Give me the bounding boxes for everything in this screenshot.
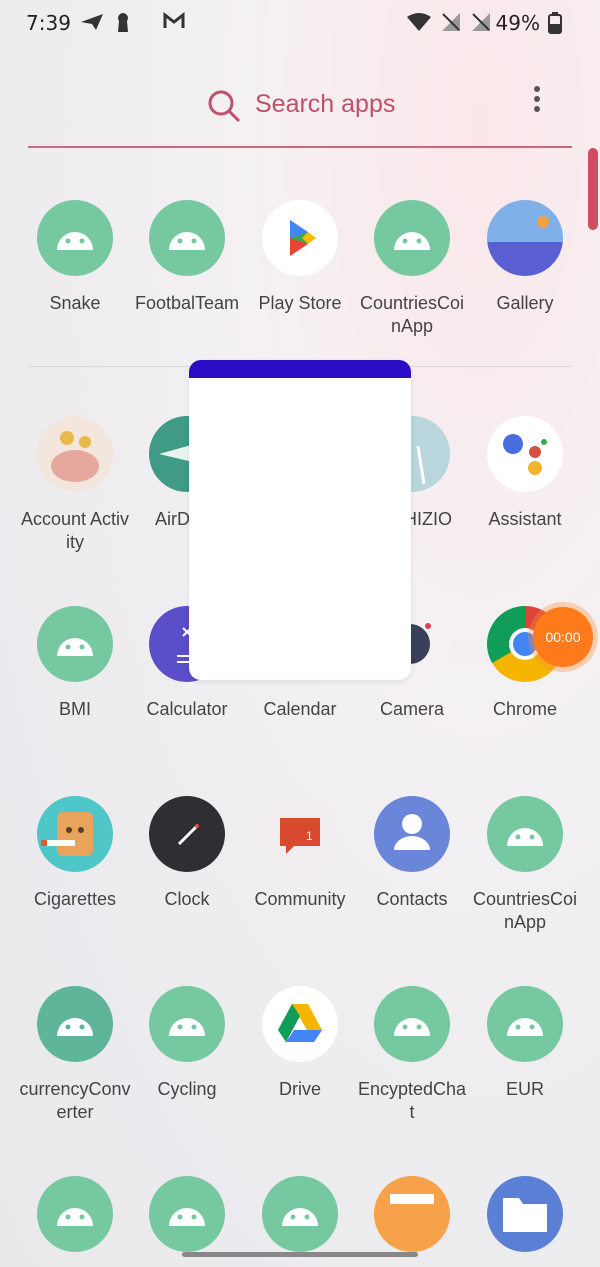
app-snake[interactable]: Snake xyxy=(19,200,131,315)
app-label: Play Store xyxy=(258,293,342,313)
app-label: Assistant xyxy=(488,509,562,529)
gmail-icon xyxy=(163,12,185,28)
app-label: EncyptedChat xyxy=(357,1079,467,1122)
app-label: CountriesCoinApp xyxy=(359,293,465,336)
app-play-store[interactable]: Play Store xyxy=(244,200,356,315)
contacts-icon xyxy=(374,796,450,872)
app-countriescoinapp-2[interactable]: CountriesCoinApp xyxy=(469,796,581,934)
app-eur[interactable]: EUR xyxy=(469,986,581,1101)
overlay-popup[interactable] xyxy=(189,360,411,680)
clock-icon xyxy=(149,796,225,872)
app-label: Account Activity xyxy=(20,509,130,552)
app-android-row6-1[interactable] xyxy=(19,1176,131,1252)
android-icon xyxy=(262,1176,338,1252)
more-options-icon[interactable] xyxy=(534,86,542,116)
cigarettes-icon xyxy=(37,796,113,872)
search-placeholder: Search apps xyxy=(255,90,396,118)
android-icon xyxy=(149,1176,225,1252)
android-icon xyxy=(37,606,113,682)
app-files-row6[interactable] xyxy=(469,1176,581,1252)
android-icon xyxy=(37,200,113,276)
piggy-bank-icon xyxy=(37,416,113,492)
app-label: FootbalTeam xyxy=(134,293,240,313)
navigation-handle[interactable] xyxy=(182,1252,418,1257)
android-icon xyxy=(487,796,563,872)
search-icon xyxy=(208,90,241,123)
app-label: CountriesCoinApp xyxy=(472,889,578,932)
battery-icon xyxy=(548,12,562,34)
scrollbar[interactable] xyxy=(588,148,598,230)
app-currencyconverter[interactable]: currencyConverter xyxy=(19,986,131,1124)
community-icon: 1 xyxy=(262,796,338,872)
app-label: Chrome xyxy=(492,699,558,719)
drive-icon xyxy=(262,986,338,1062)
gallery-icon xyxy=(487,200,563,276)
android-icon xyxy=(374,200,450,276)
signal-off-icon xyxy=(472,13,490,31)
app-community[interactable]: 1 Community xyxy=(244,796,356,911)
signal-off-icon xyxy=(442,13,460,31)
app-label: EUR xyxy=(505,1079,544,1099)
community-badge: 1 xyxy=(306,829,313,843)
wifi-icon xyxy=(407,13,431,31)
app-label: Calculator xyxy=(146,699,228,719)
app-android-row6-3[interactable] xyxy=(244,1176,356,1252)
status-time: 7:39 xyxy=(26,11,71,35)
app-label: Contacts xyxy=(376,889,448,909)
android-icon xyxy=(487,986,563,1062)
app-orange-row6[interactable] xyxy=(356,1176,468,1252)
app-label: Gallery xyxy=(496,293,554,313)
app-cycling[interactable]: Cycling xyxy=(131,986,243,1101)
app-gallery[interactable]: Gallery xyxy=(469,200,581,315)
app-countriescoinapp[interactable]: CountriesCoinApp xyxy=(356,200,468,338)
search-bar[interactable]: Search apps xyxy=(28,70,572,148)
folder-icon xyxy=(487,1176,563,1252)
app-contacts[interactable]: Contacts xyxy=(356,796,468,911)
android-icon xyxy=(37,1176,113,1252)
play-store-icon xyxy=(262,200,338,276)
floating-timer-bubble[interactable]: 00:00 xyxy=(533,607,593,667)
app-bmi[interactable]: BMI xyxy=(19,606,131,721)
app-drive[interactable]: Drive xyxy=(244,986,356,1101)
app-android-row6-2[interactable] xyxy=(131,1176,243,1252)
battery-percent: 49% xyxy=(495,11,540,35)
app-label: Cycling xyxy=(157,1079,217,1099)
app-clock[interactable]: Clock xyxy=(131,796,243,911)
android-icon xyxy=(149,200,225,276)
app-label: Drive xyxy=(278,1079,321,1099)
app-assistant[interactable]: Assistant xyxy=(469,416,581,531)
app-label: Camera xyxy=(379,699,445,719)
android-icon xyxy=(149,986,225,1062)
app-cigarettes[interactable]: Cigarettes xyxy=(19,796,131,911)
android-icon xyxy=(37,986,113,1062)
send-icon xyxy=(81,14,103,30)
app-label: currencyConverter xyxy=(19,1079,131,1122)
keyhole-icon xyxy=(118,13,128,32)
assistant-icon xyxy=(487,416,563,492)
status-bar: 7:39 49% xyxy=(0,0,600,44)
android-icon xyxy=(374,986,450,1062)
app-label: BMI xyxy=(58,699,91,719)
app-footbalteam[interactable]: FootbalTeam xyxy=(131,200,243,315)
app-label: Clock xyxy=(164,889,210,909)
app-label: Cigarettes xyxy=(33,889,117,909)
app-label: Community xyxy=(254,889,346,909)
app-label: Snake xyxy=(49,293,101,313)
app-label: Calendar xyxy=(263,699,337,719)
app-encyptedchat[interactable]: EncyptedChat xyxy=(356,986,468,1124)
app-account-activity[interactable]: Account Activity xyxy=(19,416,131,554)
popup-header xyxy=(189,360,411,378)
wallet-icon xyxy=(374,1176,450,1252)
